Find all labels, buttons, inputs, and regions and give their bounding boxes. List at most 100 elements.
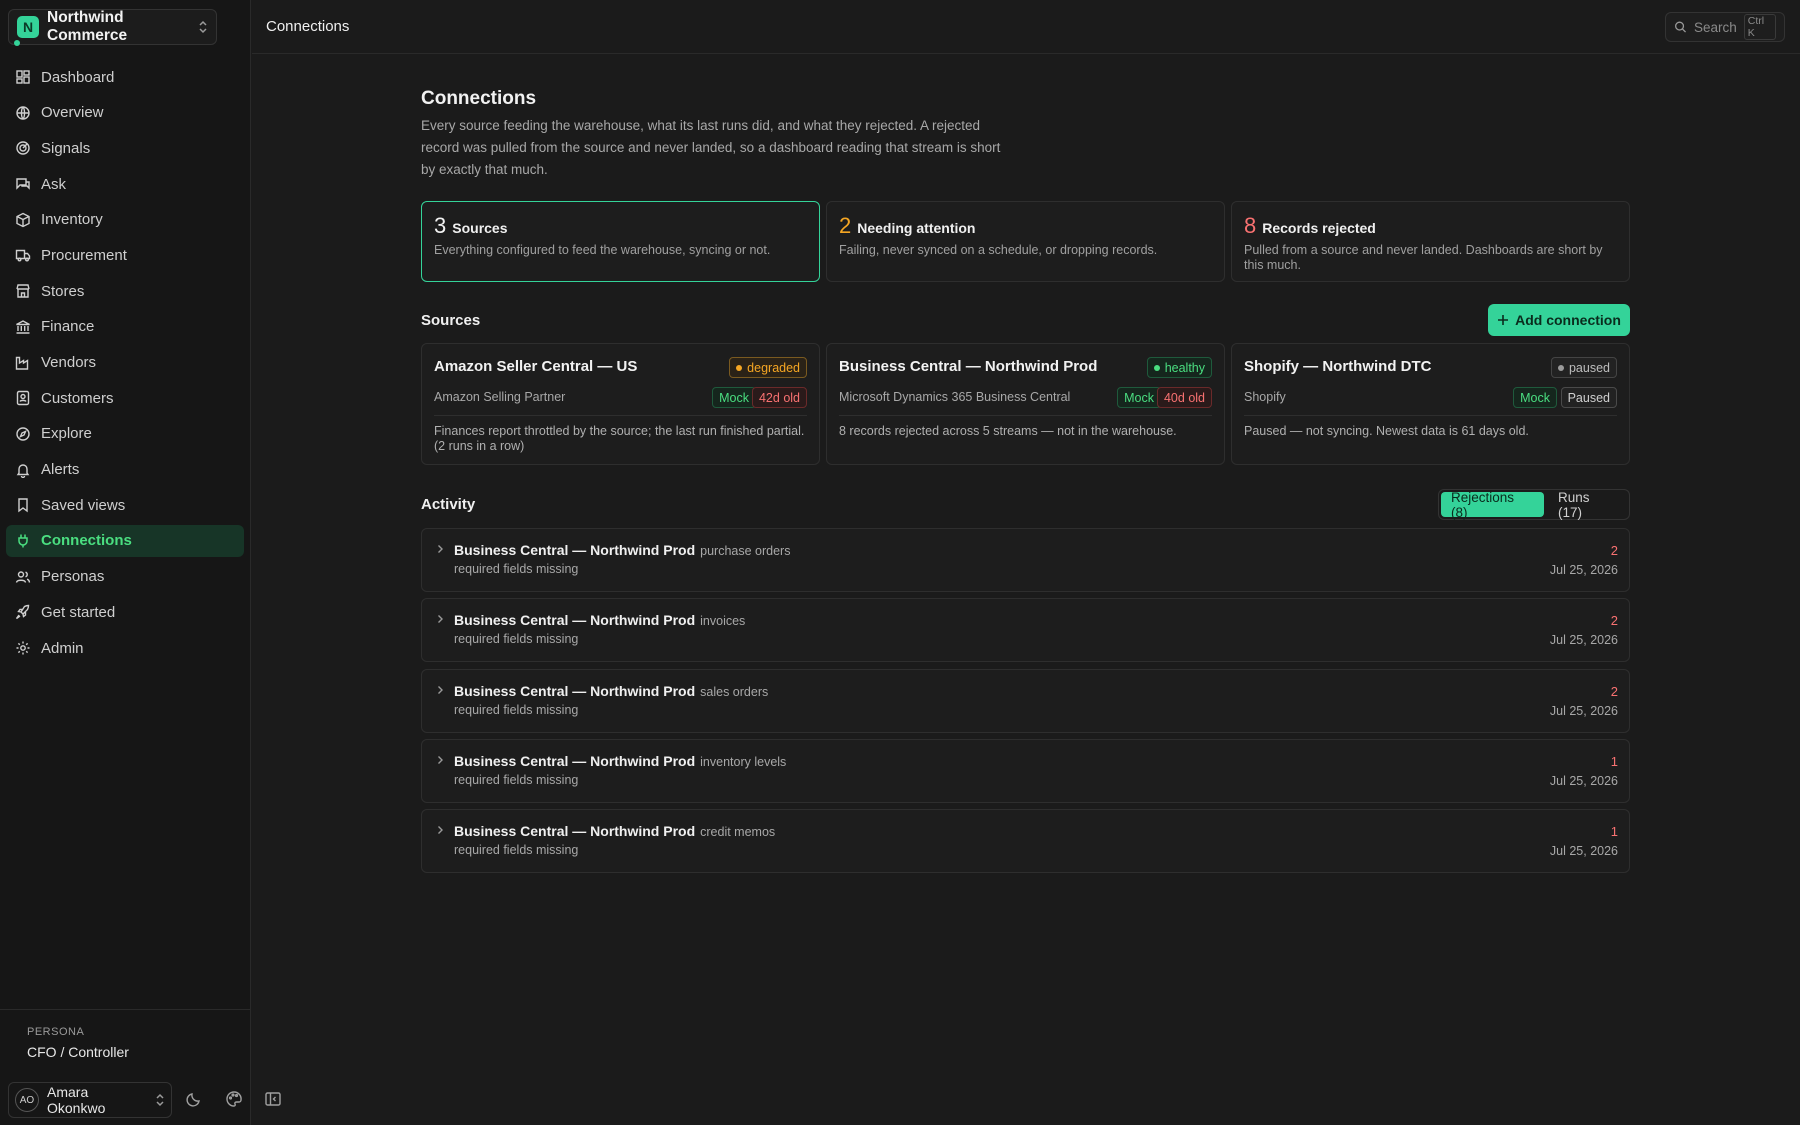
workspace-switcher[interactable]: N Northwind Commerce	[8, 9, 217, 45]
list-item[interactable]: Business Central — Northwind Prod credit …	[421, 809, 1630, 873]
sidebar-item-finance[interactable]: Finance	[6, 311, 244, 343]
factory-icon	[15, 356, 29, 370]
workspace-name: Northwind Commerce	[47, 9, 128, 44]
sidebar-item-label: Finance	[41, 318, 95, 336]
sidebar-item-customers[interactable]: Customers	[6, 382, 244, 414]
sidebar: N Northwind Commerce Dashboard Overview …	[0, 0, 251, 1125]
status-badge: paused	[1550, 357, 1617, 378]
activity-reason: required fields missing	[454, 773, 579, 787]
truck-icon	[15, 250, 31, 262]
workspace-logo: N	[17, 16, 39, 38]
tab-rejections[interactable]: Rejections (8)	[1441, 490, 1544, 520]
stat-number: 8	[1244, 213, 1257, 238]
source-provider: Shopify	[1244, 390, 1286, 404]
collapse-sidebar-icon[interactable]	[264, 1090, 284, 1110]
sidebar-item-vendors[interactable]: Vendors	[6, 347, 244, 379]
sidebar-item-label: Customers	[41, 389, 114, 407]
users-icon	[15, 570, 31, 583]
sidebar-item-admin[interactable]: Admin	[6, 632, 244, 664]
sidebar-item-alerts[interactable]: Alerts	[6, 454, 244, 486]
list-item[interactable]: Business Central — Northwind Prod invoice…	[421, 598, 1630, 662]
activity-count: 1	[1610, 754, 1618, 769]
paused-badge: Paused	[1560, 387, 1617, 408]
sidebar-item-personas[interactable]: Personas	[6, 561, 244, 593]
activity-stream: invoices	[700, 614, 746, 628]
radar-icon	[16, 141, 30, 156]
sidebar-item-label: Dashboard	[41, 68, 115, 86]
activity-reason: required fields missing	[454, 843, 579, 857]
sidebar-item-signals[interactable]: Signals	[6, 132, 244, 164]
status-badge: healthy	[1146, 357, 1212, 378]
list-item[interactable]: Business Central — Northwind Prod sales o…	[421, 669, 1630, 733]
search-icon	[1675, 21, 1687, 33]
activity-heading: Activity	[421, 496, 476, 513]
chevron-right-icon	[438, 545, 443, 553]
activity-reason: required fields missing	[454, 632, 579, 646]
sidebar-item-procurement[interactable]: Procurement	[6, 239, 244, 271]
age-badge: 40d old	[1156, 387, 1212, 408]
sidebar-item-ask[interactable]: Ask	[6, 168, 244, 200]
sidebar-item-label: Ask	[41, 175, 67, 193]
tab-runs[interactable]: Runs (17)	[1548, 490, 1627, 520]
source-card-amazon[interactable]: Amazon Seller Central — US degraded Amaz…	[421, 343, 820, 465]
source-provider: Amazon Selling Partner	[434, 390, 566, 404]
stat-label: Needing attention	[857, 220, 976, 236]
sidebar-item-label: Get started	[41, 603, 116, 621]
activity-reason: required fields missing	[454, 703, 579, 717]
bell-icon	[16, 463, 30, 478]
sidebar-item-label: Explore	[41, 425, 92, 443]
persona-panel[interactable]: PERSONA CFO / Controller	[0, 1009, 251, 1060]
stat-card-sources[interactable]: 3 Sources Everything configured to feed …	[421, 201, 820, 282]
add-connection-button[interactable]: Add connection	[1488, 304, 1630, 336]
box-icon	[16, 212, 30, 228]
grid-icon	[16, 70, 30, 84]
divider	[434, 415, 807, 416]
sidebar-item-get-started[interactable]: Get started	[6, 596, 244, 628]
persona-value: CFO / Controller	[27, 1044, 129, 1060]
search-placeholder: Search	[1693, 19, 1737, 35]
activity-date: Jul 25, 2026	[1549, 704, 1618, 718]
mock-badge: Mock	[712, 387, 756, 408]
palette-icon[interactable]	[225, 1090, 245, 1110]
sidebar-item-overview[interactable]: Overview	[6, 97, 244, 129]
topbar: Connections Search Ctrl K	[252, 0, 1800, 54]
sidebar-item-connections[interactable]: Connections	[6, 524, 244, 557]
stat-card-attention[interactable]: 2 Needing attention Failing, never synce…	[826, 201, 1225, 282]
source-note: Finances report throttled by the source;…	[434, 424, 805, 453]
sidebar-item-label: Admin	[41, 639, 84, 657]
activity-stream: sales orders	[700, 685, 769, 699]
rocket-icon	[15, 605, 30, 620]
sidebar-item-label: Vendors	[41, 354, 97, 371]
activity-count: 1	[1610, 824, 1618, 839]
search-input[interactable]: Search Ctrl K	[1665, 12, 1785, 42]
activity-count: 2	[1610, 613, 1618, 628]
sidebar-item-saved-views[interactable]: Saved views	[6, 489, 244, 521]
bookmark-icon	[18, 498, 28, 513]
sidebar-item-label: Alerts	[41, 461, 80, 479]
divider	[1244, 415, 1617, 416]
stat-label: Records rejected	[1262, 220, 1376, 236]
sidebar-item-label: Inventory	[41, 211, 103, 229]
sidebar-item-inventory[interactable]: Inventory	[6, 204, 244, 236]
sidebar-item-label: Overview	[41, 104, 104, 122]
sidebar-item-label: Saved views	[41, 496, 126, 514]
activity-date: Jul 25, 2026	[1549, 633, 1618, 647]
list-item[interactable]: Business Central — Northwind Prod purchas…	[421, 528, 1630, 592]
moon-icon[interactable]	[185, 1090, 205, 1110]
section-heading: Connections	[421, 88, 537, 109]
list-item[interactable]: Business Central — Northwind Prod invento…	[421, 739, 1630, 803]
sidebar-item-dashboard[interactable]: Dashboard	[6, 61, 244, 93]
sidebar-nav: Dashboard Overview Signals Ask Inventory…	[6, 61, 244, 668]
activity-source: Business Central — Northwind Prod credit …	[454, 823, 776, 839]
source-card-shopify[interactable]: Shopify — Northwind DTC paused Shopify M…	[1231, 343, 1630, 465]
chevron-right-icon	[438, 615, 443, 623]
stat-number: 2	[839, 213, 852, 238]
compass-icon	[16, 427, 30, 441]
sidebar-item-explore[interactable]: Explore	[6, 418, 244, 450]
user-menu[interactable]: AO Amara Okonkwo	[8, 1082, 172, 1118]
stat-card-rejected[interactable]: 8 Records rejected Pulled from a source …	[1231, 201, 1630, 282]
source-card-business-central[interactable]: Business Central — Northwind Prod health…	[826, 343, 1225, 465]
sidebar-item-stores[interactable]: Stores	[6, 275, 244, 307]
activity-stream: purchase orders	[700, 544, 791, 558]
chevron-updown-icon	[198, 20, 208, 34]
